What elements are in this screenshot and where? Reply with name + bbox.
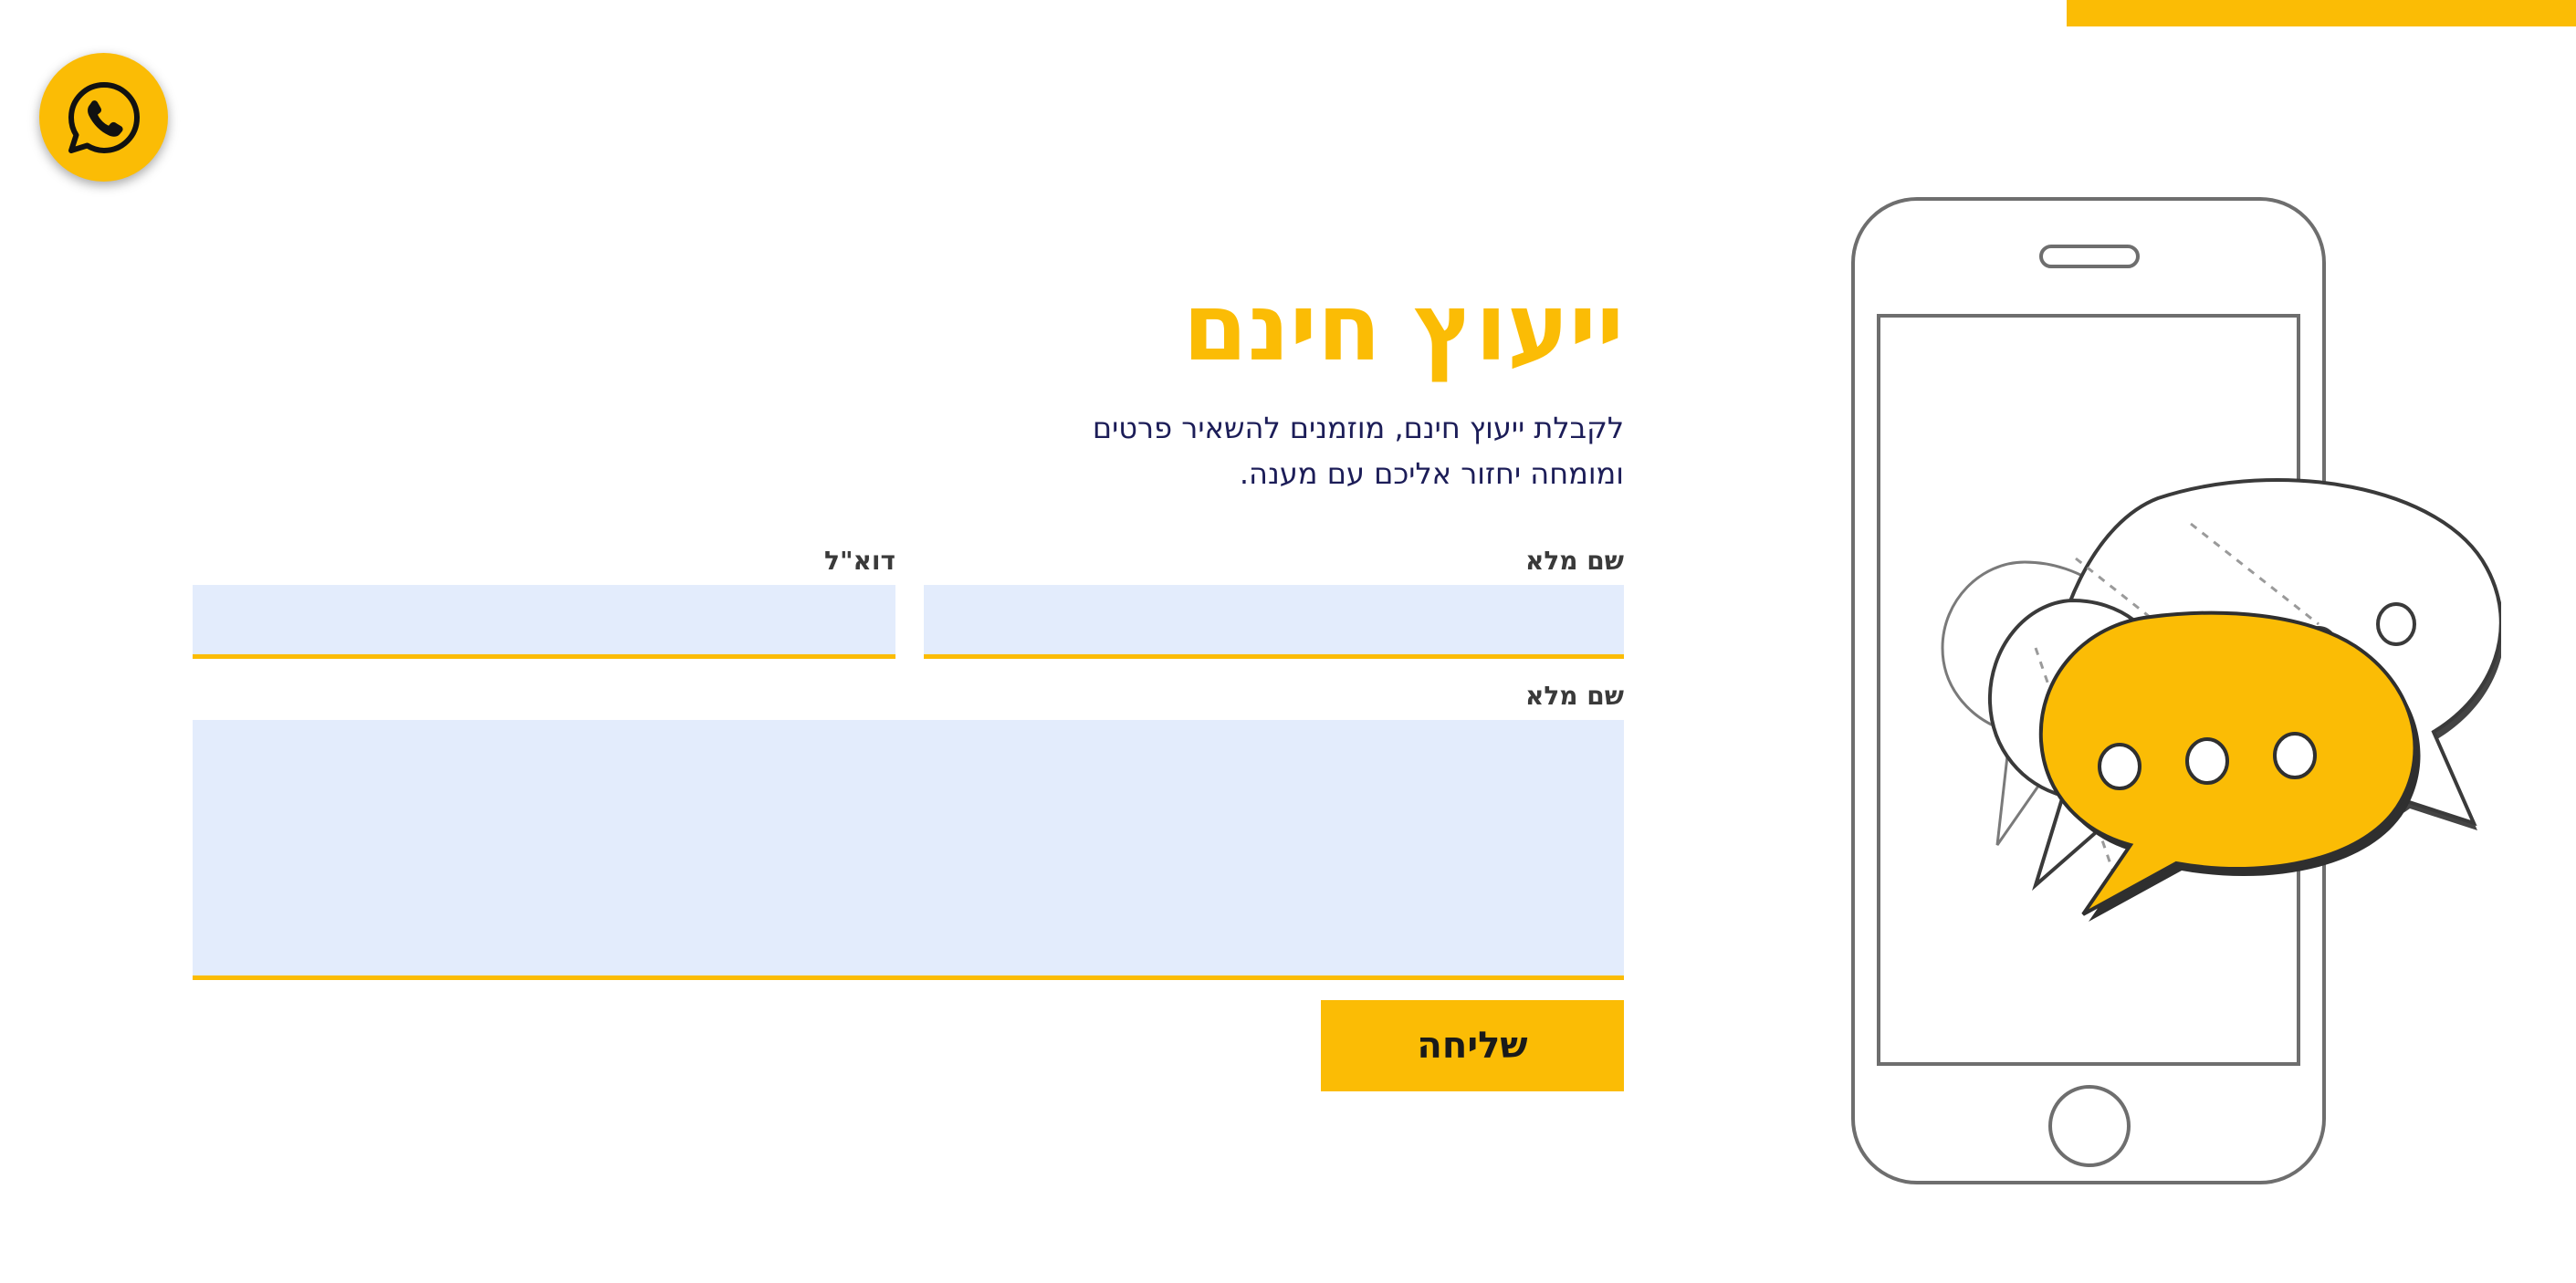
phone-chat-bubbles-illustration [1851, 197, 2501, 1184]
whatsapp-icon [68, 81, 140, 153]
message-textarea[interactable] [193, 720, 1624, 980]
name-input[interactable] [924, 585, 1624, 659]
form-title: ייעוץ חינם [1182, 274, 1624, 382]
form-subtitle: לקבלת ייעוץ חינם, מוזמנים להשאיר פרטים ומ… [802, 405, 1624, 496]
email-label: דוא"ל [824, 546, 895, 576]
name-label: שם מלא [1524, 546, 1624, 576]
email-input[interactable] [193, 585, 895, 659]
message-label: שם מלא [1524, 681, 1624, 711]
subtitle-line-2: ומומחה יחזור אליכם עם מענה. [1239, 456, 1624, 491]
subtitle-line-1: לקבלת ייעוץ חינם, מוזמנים להשאיר פרטים [1092, 411, 1624, 445]
submit-button[interactable]: שליחה [1321, 1000, 1624, 1091]
page: ייעוץ חינם לקבלת ייעוץ חינם, מוזמנים להש… [0, 0, 2576, 1283]
top-accent-bar [2067, 0, 2576, 26]
whatsapp-button[interactable] [39, 53, 168, 182]
